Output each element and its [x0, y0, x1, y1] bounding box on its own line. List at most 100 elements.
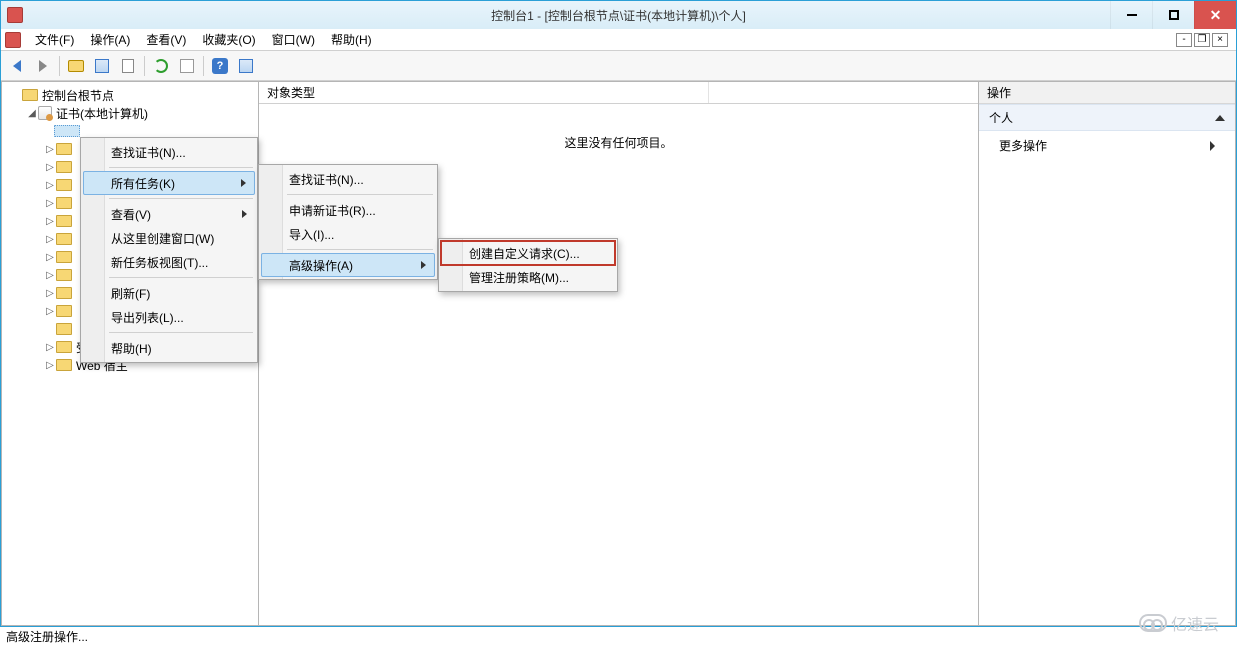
ctx1-all-tasks[interactable]: 所有任务(K) [83, 171, 255, 195]
menu-separator [287, 249, 433, 250]
menu-separator [109, 277, 253, 278]
titlebar: 控制台1 - [控制台根节点\证书(本地计算机)\个人] ✕ [1, 1, 1236, 29]
twisty-icon: ▷ [44, 252, 56, 263]
certificate-icon [38, 106, 52, 120]
menu-separator [287, 194, 433, 195]
ctx3-create-custom-request[interactable]: 创建自定义请求(C)... [441, 241, 615, 265]
menubar: 文件(F) 操作(A) 查看(V) 收藏夹(O) 窗口(W) 帮助(H) - ❐… [1, 29, 1236, 51]
list-pane: 对象类型 这里没有任何项目。 [259, 81, 978, 626]
help-icon: ? [212, 58, 228, 74]
mdi-minimize-button[interactable]: - [1176, 33, 1192, 47]
copy-button[interactable] [116, 54, 140, 78]
folder-up-icon [68, 60, 84, 72]
properties-icon [95, 59, 109, 73]
twisty-icon: ▷ [44, 360, 56, 371]
twisty-icon: ▷ [44, 342, 56, 353]
mdi-close-button[interactable]: × [1212, 33, 1228, 47]
ctx3-manage-enrollment[interactable]: 管理注册策略(M)... [441, 265, 615, 289]
folder-icon [56, 287, 72, 299]
window-title: 控制台1 - [控制台根节点\证书(本地计算机)\个人] [1, 7, 1236, 24]
ctx2-import[interactable]: 导入(I)... [261, 222, 435, 246]
toolbar-separator [144, 56, 145, 76]
actions-pane: 操作 个人 更多操作 [978, 81, 1236, 626]
twisty-icon: ◢ [26, 108, 38, 119]
folder-icon [54, 125, 80, 137]
menu-action[interactable]: 操作(A) [82, 29, 138, 50]
folder-icon [56, 197, 72, 209]
submenu-arrow-icon [421, 261, 426, 269]
actions-section-personal[interactable]: 个人 [979, 104, 1235, 131]
menu-separator [109, 332, 253, 333]
show-hide-button[interactable] [234, 54, 258, 78]
context-menu-1: 查找证书(N)... 所有任务(K) 查看(V) 从这里创建窗口(W) 新任务板… [80, 137, 258, 363]
menu-view[interactable]: 查看(V) [138, 29, 194, 50]
mdi-restore-button[interactable]: ❐ [1194, 33, 1210, 47]
actions-link-label: 更多操作 [999, 137, 1047, 154]
copy-icon [122, 59, 134, 73]
menu-separator [109, 198, 253, 199]
app-icon [7, 7, 23, 23]
ctx1-new-taskpad[interactable]: 新任务板视图(T)... [83, 250, 255, 274]
actions-header: 操作 [979, 82, 1235, 104]
folder-icon [22, 89, 38, 101]
column-object-type[interactable]: 对象类型 [259, 82, 709, 103]
tree-label: 证书(本地计算机) [56, 105, 148, 122]
submenu-arrow-icon [1210, 141, 1215, 151]
ctx1-refresh[interactable]: 刷新(F) [83, 281, 255, 305]
menu-window[interactable]: 窗口(W) [264, 29, 323, 50]
twisty-icon: ▷ [44, 198, 56, 209]
back-button[interactable] [5, 54, 29, 78]
close-button[interactable]: ✕ [1194, 1, 1236, 29]
twisty-icon: ▷ [44, 270, 56, 281]
twisty-icon: ▷ [44, 306, 56, 317]
collapse-icon [1215, 115, 1225, 121]
ctx1-view[interactable]: 查看(V) [83, 202, 255, 226]
export-button[interactable] [175, 54, 199, 78]
ctx1-from-here[interactable]: 从这里创建窗口(W) [83, 226, 255, 250]
ctx2-find-cert[interactable]: 查找证书(N)... [261, 167, 435, 191]
ctx2-request-new[interactable]: 申请新证书(R)... [261, 198, 435, 222]
show-hide-icon [239, 59, 253, 73]
app-icon-small [5, 32, 21, 48]
folder-icon [56, 305, 72, 317]
folder-icon [56, 341, 72, 353]
ctx2-advanced[interactable]: 高级操作(A) [261, 253, 435, 277]
context-menu-3: 创建自定义请求(C)... 管理注册策略(M)... [438, 238, 618, 292]
menu-favorites[interactable]: 收藏夹(O) [194, 29, 263, 50]
folder-icon [56, 179, 72, 191]
twisty-icon: ▷ [44, 144, 56, 155]
folder-icon [56, 161, 72, 173]
up-button[interactable] [64, 54, 88, 78]
toolbar-separator [203, 56, 204, 76]
properties-button[interactable] [90, 54, 114, 78]
arrow-left-icon [13, 60, 21, 72]
actions-section-label: 个人 [989, 109, 1013, 126]
submenu-arrow-icon [241, 179, 246, 187]
folder-icon [56, 251, 72, 263]
minimize-button[interactable] [1110, 1, 1152, 29]
menu-file[interactable]: 文件(F) [27, 29, 82, 50]
context-menu-2: 查找证书(N)... 申请新证书(R)... 导入(I)... 高级操作(A) [258, 164, 438, 280]
ctx1-export-list[interactable]: 导出列表(L)... [83, 305, 255, 329]
twisty-icon: ▷ [44, 288, 56, 299]
menu-help[interactable]: 帮助(H) [323, 29, 380, 50]
forward-button[interactable] [31, 54, 55, 78]
folder-icon [56, 215, 72, 227]
maximize-button[interactable] [1152, 1, 1194, 29]
tree-certificates[interactable]: ◢ 证书(本地计算机) [4, 104, 256, 122]
arrow-right-icon [39, 60, 47, 72]
twisty-icon: ▷ [44, 180, 56, 191]
refresh-button[interactable] [149, 54, 173, 78]
folder-icon [56, 359, 72, 371]
tree-label: 控制台根节点 [42, 87, 114, 104]
ctx1-find-cert[interactable]: 查找证书(N)... [83, 140, 255, 164]
tree-root[interactable]: 控制台根节点 [4, 86, 256, 104]
export-icon [180, 59, 194, 73]
menu-separator [109, 167, 253, 168]
ctx1-help[interactable]: 帮助(H) [83, 336, 255, 360]
actions-more-actions[interactable]: 更多操作 [979, 131, 1235, 160]
submenu-arrow-icon [242, 210, 247, 218]
folder-icon [56, 269, 72, 281]
folder-icon [56, 143, 72, 155]
help-button[interactable]: ? [208, 54, 232, 78]
